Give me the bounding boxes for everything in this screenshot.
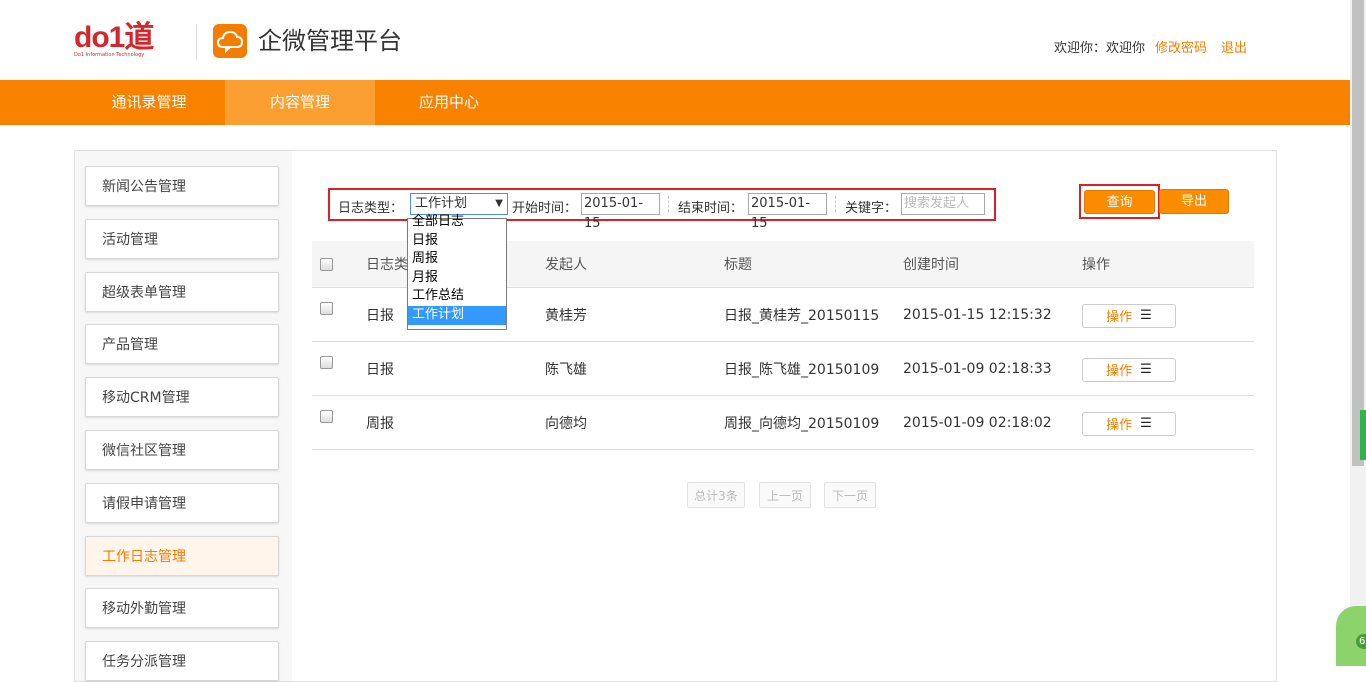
select-all-checkbox[interactable] — [320, 241, 333, 287]
user-area: 欢迎你：欢迎你 修改密码 退出 — [1054, 37, 1247, 56]
sidebar-item-crm[interactable]: 移动CRM管理 — [85, 377, 279, 417]
sidebar-item-news[interactable]: 新闻公告管理 — [85, 166, 279, 206]
sidebar-item-activity[interactable]: 活动管理 — [85, 219, 279, 259]
row-author: 陈飞雄 — [545, 361, 587, 378]
row-type: 周报 — [366, 415, 394, 432]
platform-title: 企微管理平台 — [258, 27, 402, 55]
sidebar-item-work-log[interactable]: 工作日志管理 — [85, 536, 279, 576]
action-label: 操作 — [1106, 364, 1133, 379]
dropdown-option[interactable]: 工作总结 — [408, 287, 506, 306]
end-date-input[interactable]: 2015-01-15 — [748, 193, 827, 231]
sidebar-item-wechat-community[interactable]: 微信社区管理 — [85, 430, 279, 470]
main-nav: 通讯录管理 内容管理 应用中心 — [0, 80, 1350, 125]
start-time-label: 开始时间： — [512, 201, 578, 216]
row-author: 向德均 — [545, 415, 587, 432]
page-scrollbar[interactable] — [1350, 0, 1366, 666]
nav-contacts[interactable]: 通讯录管理 — [74, 80, 224, 125]
col-created: 创建时间 — [903, 257, 959, 273]
export-button[interactable]: 导出 — [1159, 189, 1229, 214]
log-type-dropdown: 全部日志 日报 周报 月报 工作总结 工作计划 — [407, 214, 507, 330]
col-author: 发起人 — [545, 257, 587, 273]
row-action-button[interactable]: 操作 ☰ — [1082, 303, 1176, 328]
row-type: 日报 — [366, 361, 394, 378]
row-action-cell: 操作 ☰ — [1082, 289, 1176, 342]
nav-content[interactable]: 内容管理 — [225, 80, 375, 125]
row-created: 2015-01-09 02:18:02 — [903, 414, 1052, 431]
row-action-button[interactable]: 操作 ☰ — [1082, 357, 1176, 382]
col-action: 操作 — [1082, 257, 1110, 273]
row-action-cell: 操作 ☰ — [1082, 397, 1176, 450]
do1-logo[interactable]: do1道 Do1 Information Technology — [74, 21, 184, 59]
dropdown-option[interactable]: 月报 — [408, 269, 506, 288]
cloud-icon — [213, 24, 247, 58]
welcome-text: 欢迎你：欢迎你 — [1054, 41, 1146, 56]
row-action-cell: 操作 ☰ — [1082, 343, 1176, 396]
table-row: 周报 向德均 周报_向德均_20150109 2015-01-09 02:18:… — [312, 396, 1254, 450]
row-type: 日报 — [366, 307, 394, 324]
sidebar-item-product[interactable]: 产品管理 — [85, 324, 279, 364]
filter-separator — [835, 196, 837, 212]
sidebar-item-super-form[interactable]: 超级表单管理 — [85, 272, 279, 312]
filter-separator — [668, 196, 670, 212]
dropdown-option-selected[interactable]: 工作计划 — [408, 305, 506, 325]
scrollbar-thumb[interactable] — [1352, 0, 1364, 466]
row-created: 2015-01-09 02:18:33 — [903, 360, 1052, 377]
nav-app-center[interactable]: 应用中心 — [374, 80, 524, 125]
action-label: 操作 — [1106, 310, 1133, 325]
logo-divider — [196, 24, 197, 60]
action-label: 操作 — [1106, 418, 1133, 433]
menu-icon: ☰ — [1140, 362, 1152, 377]
dropdown-option[interactable]: 日报 — [408, 232, 506, 251]
sidebar-item-field-work[interactable]: 移动外勤管理 — [85, 588, 279, 628]
row-title: 周报_向德均_20150109 — [724, 415, 880, 432]
keyword-label: 关键字： — [845, 201, 898, 216]
floating-assistant-icon[interactable]: 67 — [1336, 606, 1366, 666]
row-title: 日报_陈飞雄_20150109 — [724, 361, 880, 378]
select-arrow-icon: ▼ — [495, 198, 503, 209]
pagination-next[interactable]: 下一页 — [824, 482, 876, 508]
end-time-label: 结束时间： — [678, 201, 744, 216]
log-type-value: 工作计划 — [415, 196, 468, 211]
pagination-prev[interactable]: 上一页 — [759, 482, 811, 508]
menu-icon: ☰ — [1140, 416, 1152, 431]
row-action-button[interactable]: 操作 ☰ — [1082, 411, 1176, 436]
change-password-link[interactable]: 修改密码 — [1155, 41, 1207, 56]
start-date-input[interactable]: 2015-01-15 — [581, 193, 660, 231]
sidebar-item-leave[interactable]: 请假申请管理 — [85, 483, 279, 523]
sidebar-item-task[interactable]: 任务分派管理 — [85, 641, 279, 681]
row-checkbox[interactable] — [320, 288, 333, 315]
logo-subtitle: Do1 Information Technology — [74, 52, 145, 58]
query-button[interactable]: 查询 — [1084, 190, 1155, 214]
dropdown-option[interactable]: 全部日志 — [408, 213, 506, 232]
row-created: 2015-01-15 12:15:32 — [903, 306, 1052, 323]
header: do1道 Do1 Information Technology 企微管理平台 欢… — [0, 0, 1350, 80]
keyword-input[interactable]: 搜索发起人 — [901, 193, 985, 215]
main-panel: 新闻公告管理 活动管理 超级表单管理 产品管理 移动CRM管理 微信社区管理 请… — [74, 150, 1277, 682]
row-checkbox[interactable] — [320, 396, 333, 423]
assistant-badge: 67 — [1356, 634, 1366, 649]
dropdown-option[interactable]: 周报 — [408, 250, 506, 269]
side-marker — [1360, 410, 1366, 460]
log-type-select[interactable]: 工作计划 ▼ — [410, 193, 508, 215]
menu-icon: ☰ — [1140, 308, 1152, 323]
pagination-total: 总计3条 — [687, 482, 745, 508]
col-title: 标题 — [724, 257, 752, 273]
row-title: 日报_黄桂芳_20150115 — [724, 307, 880, 324]
row-author: 黄桂芳 — [545, 307, 587, 324]
row-checkbox[interactable] — [320, 342, 333, 369]
log-type-label: 日志类型： — [338, 201, 404, 216]
logo-text: do1道 — [74, 21, 154, 54]
table-row: 日报 陈飞雄 日报_陈飞雄_20150109 2015-01-09 02:18:… — [312, 342, 1254, 396]
content-area: 日志类型： 工作计划 ▼ 开始时间： 2015-01-15 结束时间： 2015… — [292, 151, 1276, 681]
logout-link[interactable]: 退出 — [1221, 41, 1247, 56]
